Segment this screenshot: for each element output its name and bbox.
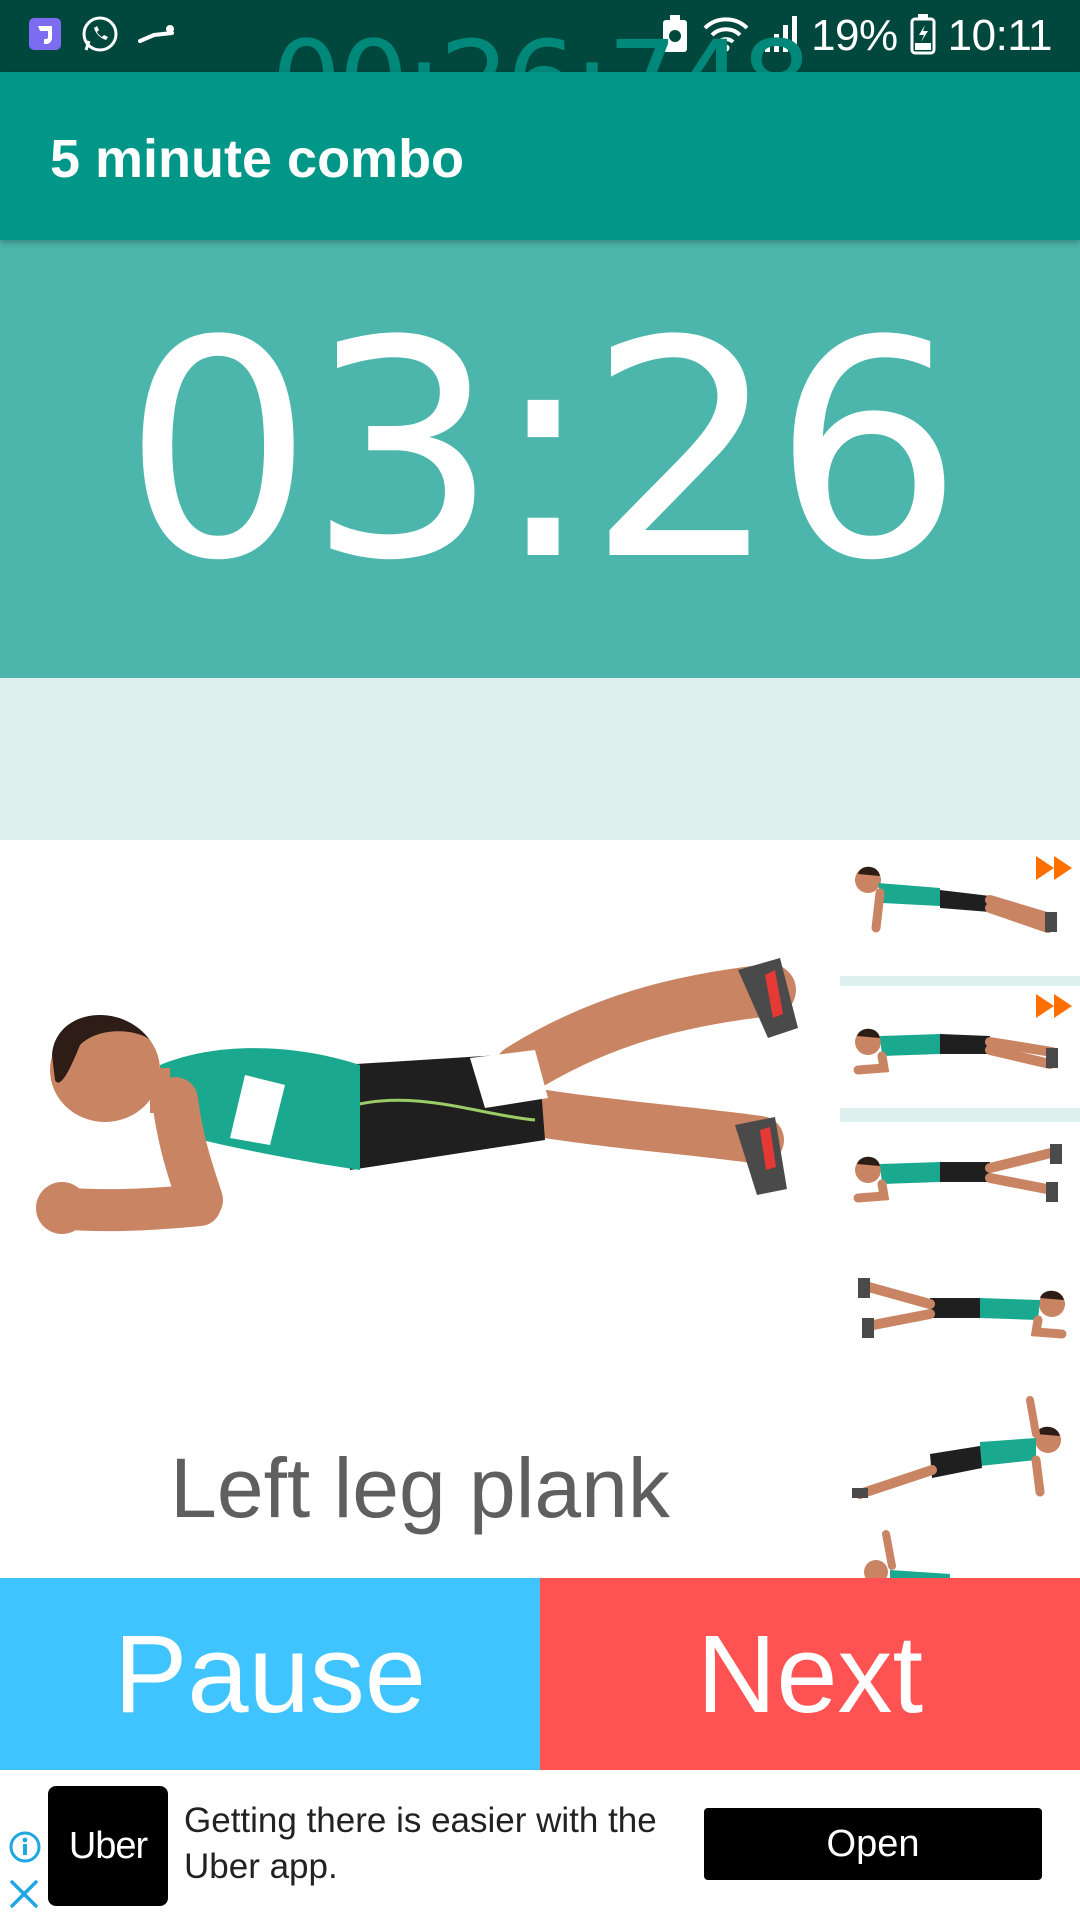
- exercise-thumb-2[interactable]: [840, 986, 1080, 1122]
- app-bar: 5 minute combo: [0, 72, 1080, 240]
- main-timer: 03:26: [122, 277, 964, 626]
- page-title: 5 minute combo: [50, 129, 465, 189]
- exercise-thumb-3[interactable]: [840, 1122, 1080, 1258]
- exercise-thumb-5[interactable]: [840, 1394, 1080, 1530]
- exercise-name: Left leg plank: [170, 1441, 670, 1535]
- left-leg-plank-thumb: [853, 1144, 1062, 1203]
- exercise-thumb-6[interactable]: [840, 1530, 1080, 1578]
- ad-text[interactable]: Getting there is easier with the Uber ap…: [184, 1798, 694, 1890]
- pause-button[interactable]: Pause: [0, 1578, 540, 1770]
- ad-banner[interactable]: Uber Getting there is easier with the Ub…: [0, 1770, 1080, 1920]
- ad-open-button[interactable]: Open: [704, 1808, 1042, 1880]
- fast-forward-icon: [1036, 994, 1072, 1018]
- side-plank-2-thumb: [864, 1530, 950, 1578]
- ad-info-icon[interactable]: [8, 1830, 42, 1869]
- thumb-divider-active: [840, 1108, 1080, 1122]
- side-plank-thumb: [852, 1396, 1061, 1499]
- ad-logo[interactable]: Uber: [48, 1786, 168, 1906]
- main-timer-panel: 03:26: [0, 240, 1080, 678]
- next-button[interactable]: Next: [540, 1578, 1080, 1770]
- exercise-thumb-4[interactable]: [840, 1258, 1080, 1394]
- subtimer-panel-right: [840, 678, 1080, 840]
- left-leg-plank-figure: [36, 958, 798, 1234]
- right-leg-plank-thumb: [858, 1278, 1067, 1339]
- exercise-list[interactable]: [840, 840, 1080, 1578]
- thumb-divider: [840, 976, 1080, 986]
- fast-forward-icon: [1036, 856, 1072, 880]
- exercise-thumb-1[interactable]: [840, 848, 1080, 984]
- subtimer-panel: [0, 678, 840, 840]
- ad-close-icon[interactable]: [8, 1878, 40, 1915]
